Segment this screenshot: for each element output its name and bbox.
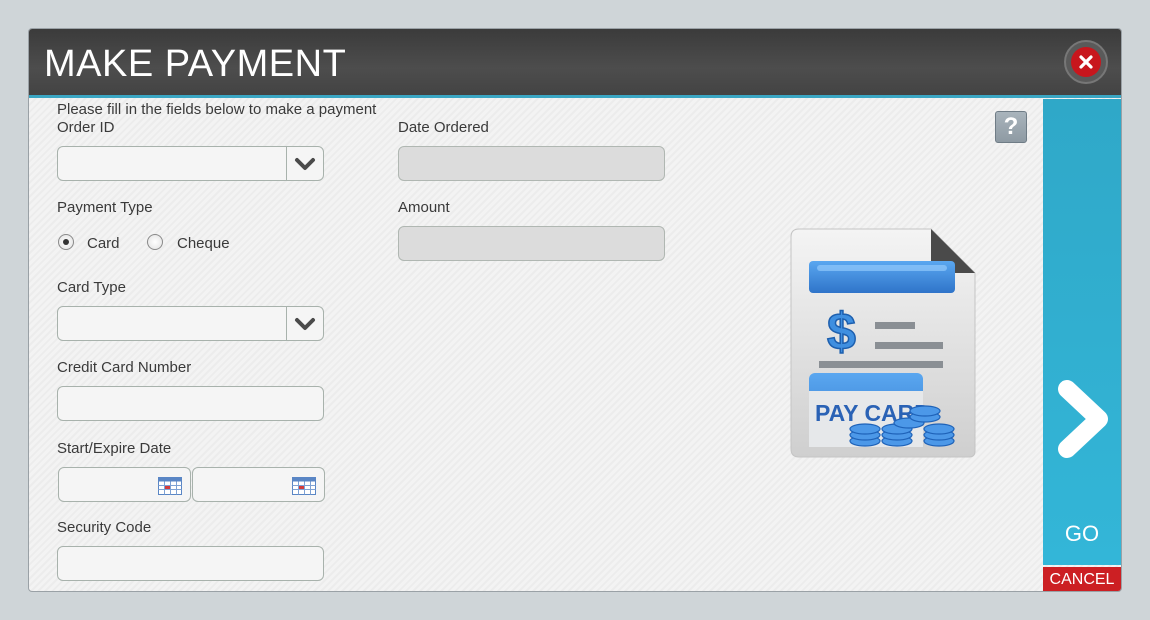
start-date-input[interactable] bbox=[58, 467, 191, 502]
amount-field bbox=[398, 226, 665, 261]
instructions-text: Please fill in the fields below to make … bbox=[57, 101, 377, 118]
help-icon: ? bbox=[1003, 113, 1019, 140]
expire-date-input[interactable] bbox=[192, 467, 325, 502]
date-ordered-field bbox=[398, 146, 665, 181]
order-id-select[interactable] bbox=[57, 146, 324, 181]
credit-card-number-label: Credit Card Number bbox=[57, 359, 192, 376]
calendar-icon[interactable] bbox=[292, 477, 316, 495]
chevron-down-icon[interactable] bbox=[286, 147, 323, 180]
payment-type-label: Payment Type bbox=[57, 199, 153, 216]
dialog-title: MAKE PAYMENT bbox=[44, 43, 347, 85]
security-code-label: Security Code bbox=[57, 519, 152, 536]
titlebar: MAKE PAYMENT bbox=[29, 29, 1121, 98]
go-label: GO bbox=[1064, 521, 1100, 546]
make-payment-dialog: MAKE PAYMENT Please fill in the fields b… bbox=[28, 28, 1122, 592]
pay-card-document-icon: $ PAY CARD bbox=[790, 228, 976, 458]
go-button[interactable]: GO bbox=[1043, 99, 1121, 565]
close-button[interactable] bbox=[1064, 40, 1108, 84]
cancel-button[interactable]: CANCEL bbox=[1043, 567, 1121, 591]
amount-label: Amount bbox=[398, 199, 450, 216]
payment-type-card-radio[interactable] bbox=[58, 234, 74, 250]
help-button[interactable]: ? bbox=[995, 111, 1027, 143]
date-ordered-label: Date Ordered bbox=[398, 119, 489, 136]
credit-card-number-input[interactable] bbox=[57, 386, 324, 421]
payment-type-cheque-label[interactable]: Cheque bbox=[177, 235, 230, 252]
order-id-label: Order ID bbox=[57, 119, 115, 136]
close-icon bbox=[1071, 47, 1101, 77]
radio-selected-dot bbox=[63, 239, 69, 245]
payment-type-card-label[interactable]: Card bbox=[87, 235, 120, 252]
chevron-right-icon bbox=[1058, 380, 1108, 458]
chevron-down-icon[interactable] bbox=[286, 307, 323, 340]
calendar-icon[interactable] bbox=[158, 477, 182, 495]
card-type-select[interactable] bbox=[57, 306, 324, 341]
payment-type-cheque-radio[interactable] bbox=[147, 234, 163, 250]
security-code-input[interactable] bbox=[57, 546, 324, 581]
svg-text:$: $ bbox=[827, 303, 856, 361]
start-expire-date-label: Start/Expire Date bbox=[57, 440, 172, 457]
card-type-label: Card Type bbox=[57, 279, 126, 296]
